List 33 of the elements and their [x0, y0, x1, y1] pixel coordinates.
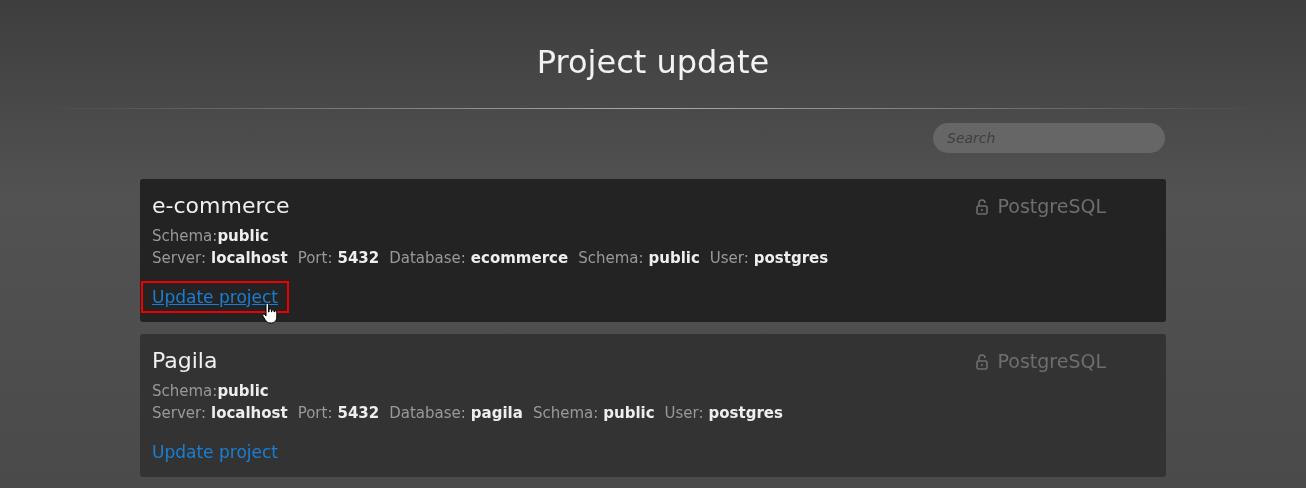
- field-label: Database:: [389, 248, 466, 269]
- field-label: Schema:: [152, 381, 218, 402]
- field-value: public: [217, 226, 269, 247]
- field-label: Database:: [389, 403, 466, 424]
- database-type: PostgreSQL: [997, 193, 1106, 219]
- field-value: localhost: [211, 248, 288, 269]
- project-name: Pagila: [152, 347, 218, 375]
- update-project-link[interactable]: Update project: [143, 438, 287, 466]
- field-label: Schema:: [532, 403, 599, 424]
- update-project-link[interactable]: Update project: [143, 283, 287, 311]
- field-value: public: [217, 381, 269, 402]
- field-value: public: [603, 403, 655, 424]
- field-value: postgres: [753, 248, 829, 269]
- field-label: Server:: [152, 403, 206, 424]
- page-title: Project update: [536, 42, 770, 83]
- field-label: Schema:: [152, 226, 218, 247]
- database-type: PostgreSQL: [997, 348, 1106, 374]
- field-label: Server:: [152, 248, 206, 269]
- field-value: ecommerce: [470, 248, 569, 269]
- field-value: 5432: [337, 248, 380, 269]
- field-value: localhost: [211, 403, 288, 424]
- field-value: public: [648, 248, 700, 269]
- field-label: Port:: [297, 248, 333, 269]
- field-value: 5432: [337, 403, 380, 424]
- field-label: Schema:: [578, 248, 644, 269]
- project-name: e-commerce: [152, 192, 290, 220]
- padlock-icon: [975, 352, 988, 370]
- field-label: Port:: [297, 403, 333, 424]
- padlock-icon: [975, 197, 988, 215]
- field-label: User:: [664, 403, 704, 424]
- field-value: pagila: [470, 403, 523, 424]
- field-label: User:: [709, 248, 749, 269]
- field-value: postgres: [708, 403, 783, 424]
